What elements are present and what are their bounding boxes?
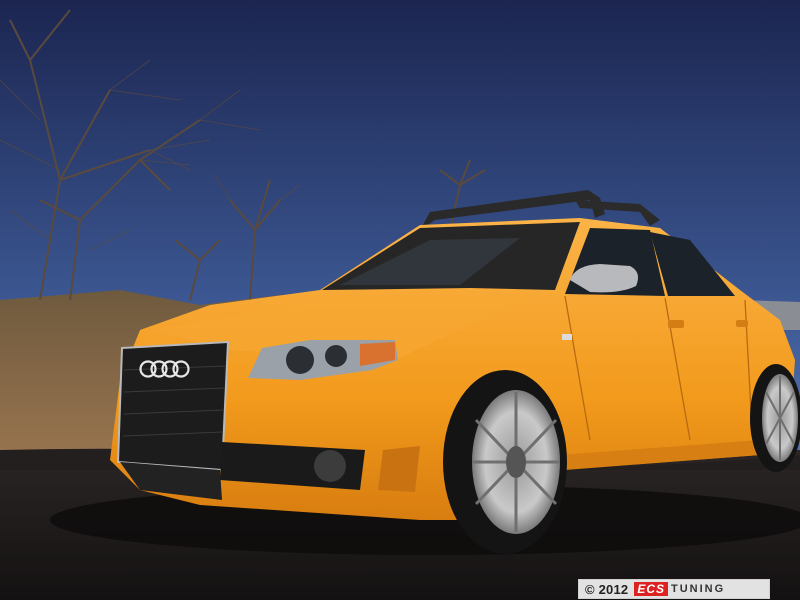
- brand-logo: ECS TUNING: [634, 582, 725, 596]
- photo-scene: © 2012 ECS TUNING: [0, 0, 800, 600]
- rear-wheel: [750, 364, 800, 472]
- car-photo: [0, 0, 800, 600]
- front-wheel: [443, 370, 567, 554]
- copyright-text: © 2012: [585, 581, 629, 597]
- copyright-watermark: © 2012 ECS TUNING: [578, 579, 770, 599]
- brand-ecs: ECS: [634, 582, 668, 596]
- brand-tuning: TUNING: [671, 583, 726, 595]
